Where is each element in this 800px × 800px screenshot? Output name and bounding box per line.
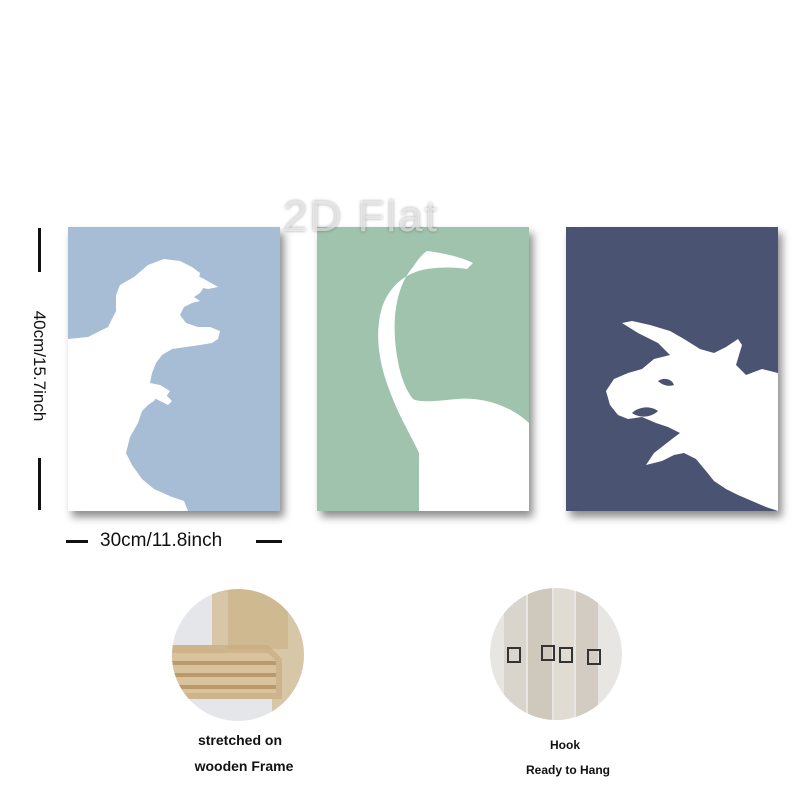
hook-photo <box>490 588 622 720</box>
print-panel-brachiosaurus <box>317 227 529 511</box>
width-dimension-line-left <box>66 540 88 543</box>
height-dimension-line-bottom <box>38 458 41 510</box>
frame-caption-line2: wooden Frame <box>194 758 294 774</box>
print-panel-triceratops <box>566 227 778 511</box>
hook-caption-line2: Ready to Hang <box>525 763 610 777</box>
trex-silhouette <box>68 259 220 511</box>
print-panel-trex <box>68 227 280 511</box>
triceratops-silhouette <box>606 321 778 511</box>
wooden-frame-photo <box>172 589 304 721</box>
product-image: 2D Flat 40cm/15.7inch 30cm/11.8inch stre… <box>0 0 800 800</box>
height-dimension-label: 40cm/15.7inch <box>30 310 49 422</box>
hook-caption-line1: Hook <box>550 738 580 752</box>
width-dimension-line-right <box>256 540 282 543</box>
frame-caption-line1: stretched on <box>197 732 282 748</box>
width-dimension-label: 30cm/11.8inch <box>100 530 223 551</box>
brachiosaurus-silhouette <box>378 251 529 511</box>
height-dimension-line-top <box>38 228 41 272</box>
